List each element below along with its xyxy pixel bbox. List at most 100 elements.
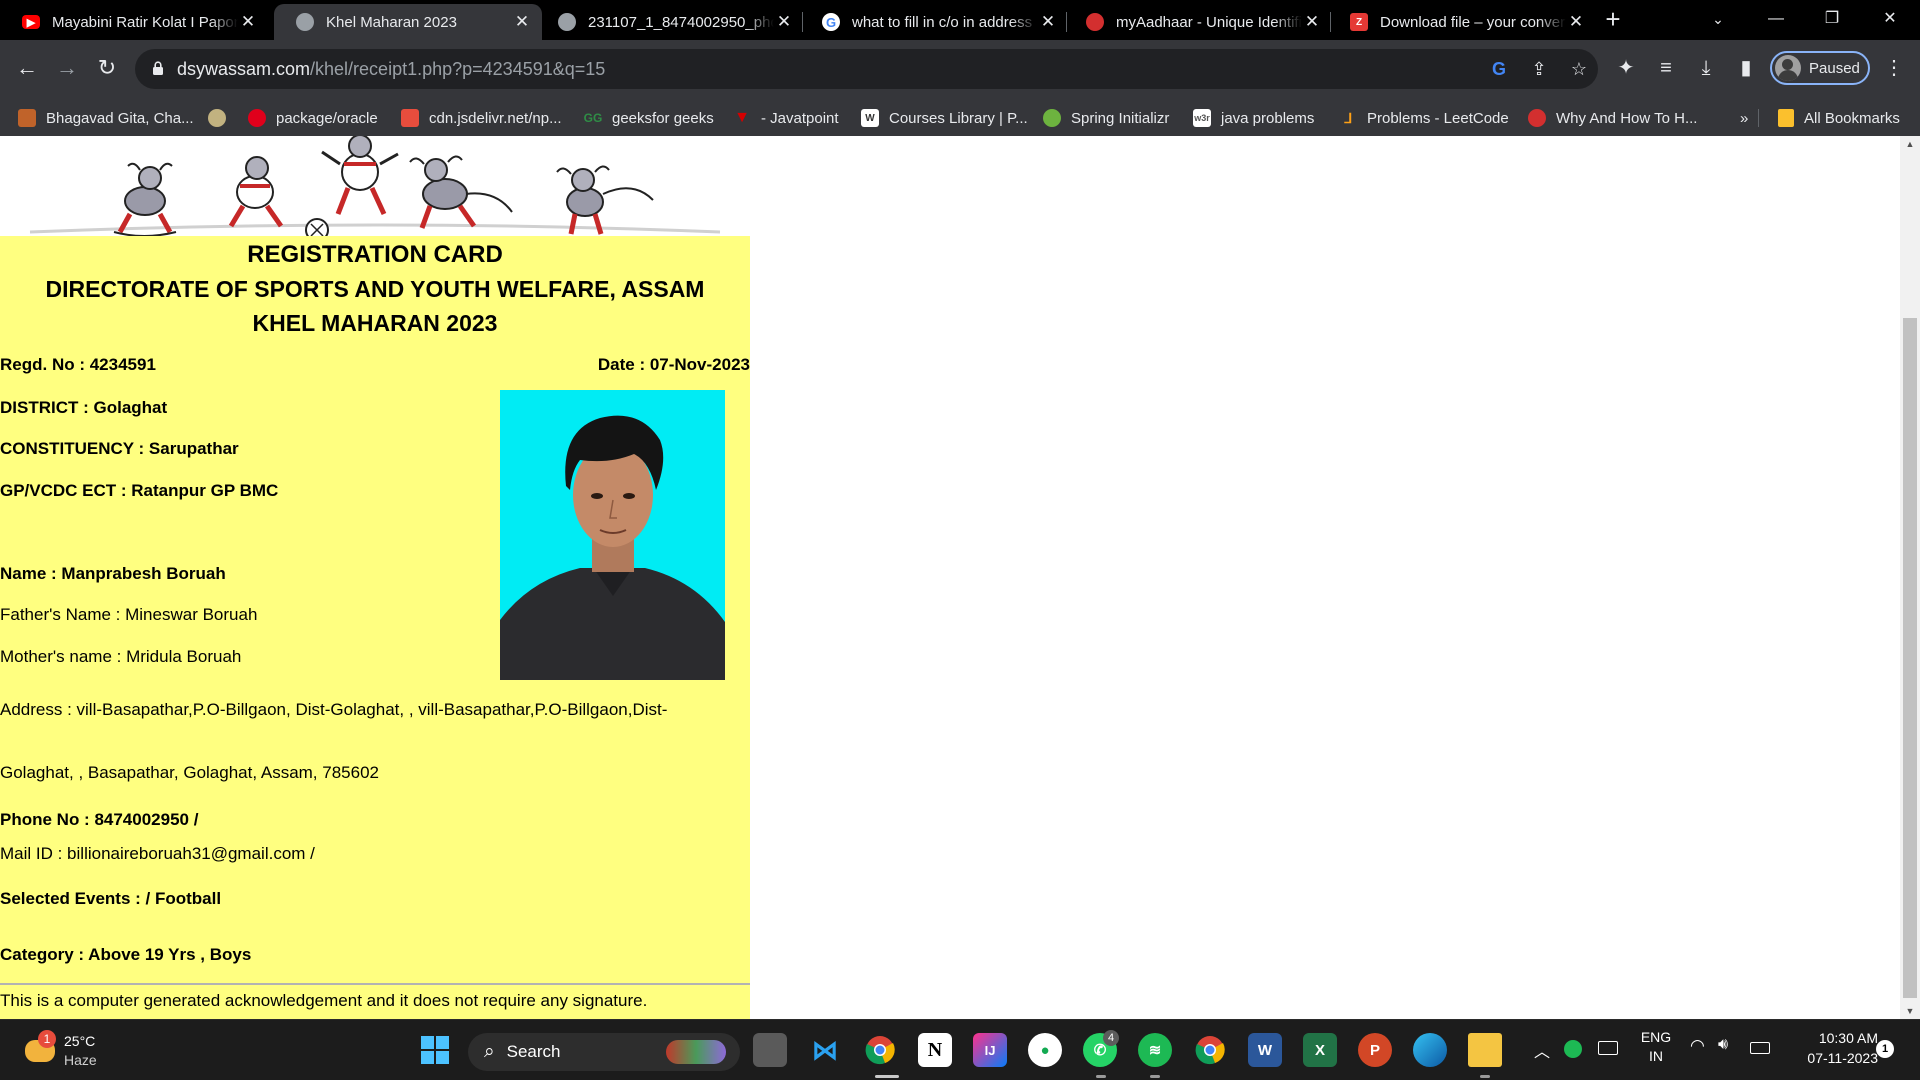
spring-icon — [1043, 109, 1061, 127]
close-icon[interactable]: ✕ — [1038, 12, 1058, 32]
forward-icon[interactable]: → — [51, 52, 83, 84]
powerpoint-icon[interactable]: P — [1358, 1033, 1392, 1067]
globe-icon — [558, 13, 576, 31]
bookmark-label: - Javatpoint — [761, 109, 839, 127]
hidden-icons-chevron-icon[interactable]: ︿ — [1534, 1038, 1550, 1062]
browser-toolbar: ← → ↻ dsywassam.com/khel/receipt1.php?p=… — [0, 40, 1920, 100]
extensions-icon[interactable]: ✦ — [1612, 54, 1640, 82]
back-icon[interactable]: ← — [11, 52, 43, 84]
address-bar[interactable]: dsywassam.com/khel/receipt1.php?p=423459… — [135, 49, 1598, 89]
bookmarks-divider — [1758, 109, 1759, 127]
chrome-profile-icon[interactable] — [1193, 1033, 1227, 1067]
close-icon[interactable]: ✕ — [512, 12, 532, 32]
clock[interactable]: 10:30 AM 07-11-2023 — [1790, 1028, 1878, 1068]
close-icon[interactable]: ✕ — [1302, 12, 1322, 32]
bookmark-label: Spring Initializr — [1071, 109, 1170, 127]
card-event-title: KHEL MAHARAN 2023 — [252, 310, 498, 336]
tab-search-icon[interactable]: ⌄ — [1690, 0, 1746, 38]
keyboard-icon[interactable] — [1598, 1041, 1618, 1055]
word-icon[interactable]: W — [1248, 1033, 1282, 1067]
tab-title: myAadhaar - Unique Identification — [1116, 13, 1302, 31]
chrome-icon[interactable] — [863, 1033, 897, 1067]
google-lens-icon[interactable]: G — [1487, 57, 1511, 81]
mascot-banner-image — [29, 136, 721, 242]
excel-icon[interactable]: X — [1303, 1033, 1337, 1067]
star-bookmark-icon[interactable]: ☆ — [1567, 57, 1591, 81]
tab-photo[interactable]: 231107_1_8474002950_photo ✕ — [536, 4, 804, 40]
bookmark-geeksforgeeks[interactable]: GG geeksfor geeks — [584, 107, 714, 129]
category-field: Category : Above 19 Yrs , Boys — [0, 945, 252, 964]
share-icon[interactable]: ⇪ — [1527, 57, 1551, 81]
menu-dots-icon[interactable]: ⋮ — [1880, 54, 1908, 82]
tab-youtube[interactable]: ▶ Mayabini Ratir Kolat I Papon ✕ — [0, 4, 268, 40]
bookmark-courses-library[interactable]: W Courses Library | P... — [861, 107, 1028, 129]
close-icon[interactable]: ✕ — [774, 12, 794, 32]
search-highlight-image — [666, 1040, 726, 1064]
restore-icon[interactable]: ❐ — [1804, 0, 1860, 38]
page-scrollbar[interactable]: ▲ ▼ — [1900, 136, 1920, 1019]
clock-date: 07-11-2023 — [1807, 1050, 1878, 1066]
new-tab-button[interactable]: + — [1600, 4, 1626, 36]
close-icon[interactable]: ✕ — [238, 12, 258, 32]
notification-badge[interactable]: 1 — [1876, 1040, 1894, 1058]
whatsapp-badge: 4 — [1103, 1030, 1119, 1046]
task-view-icon[interactable] — [753, 1033, 787, 1067]
file-explorer-icon[interactable] — [1468, 1033, 1502, 1067]
wifi-icon[interactable]: ◠ — [1690, 1036, 1705, 1056]
tab-google-search[interactable]: G what to fill in c/o in address ✕ — [800, 4, 1068, 40]
bookmark-bhagavad-gita[interactable]: Bhagavad Gita, Cha... — [18, 107, 194, 129]
applicant-photo — [500, 390, 725, 680]
tab-download-file[interactable]: Z Download file – your converted ✕ — [1328, 4, 1596, 40]
youtube-icon: ▶ — [22, 15, 40, 29]
reload-icon[interactable]: ↻ — [91, 52, 123, 84]
close-icon[interactable]: ✕ — [1566, 12, 1586, 32]
district-field: DISTRICT : Golaghat — [0, 398, 168, 417]
bookmark-leetcode[interactable]: ᒧ Problems - LeetCode — [1339, 107, 1509, 129]
tab-khel-maharan[interactable]: Khel Maharan 2023 ✕ — [274, 4, 542, 40]
bookmark-why-and-how[interactable]: Why And How To H... — [1528, 107, 1697, 129]
bookmark-label: Why And How To H... — [1556, 109, 1698, 127]
more-bookmarks-button[interactable]: » — [1740, 107, 1748, 129]
windows-start-icon[interactable] — [418, 1033, 452, 1067]
spotify-icon[interactable]: ≋ — [1138, 1033, 1172, 1067]
volume-icon[interactable]: 🔊︎ — [1718, 1036, 1728, 1054]
tab-aadhaar[interactable]: myAadhaar - Unique Identification ✕ — [1064, 4, 1332, 40]
address-line-1: Address : vill-Basapathar,P.O-Billgaon, … — [0, 700, 668, 719]
intellij-icon[interactable]: IJ — [973, 1033, 1007, 1067]
lock-icon[interactable] — [153, 61, 163, 75]
bookmark-emblem[interactable] — [208, 107, 236, 129]
language-indicator[interactable]: ENG IN — [1634, 1028, 1678, 1066]
spotify-tray-icon[interactable] — [1564, 1040, 1582, 1058]
minimize-icon[interactable]: — — [1748, 0, 1804, 38]
jsdelivr-icon — [401, 109, 419, 127]
bookmark-package-oracle[interactable]: package/oracle — [248, 107, 378, 129]
bookmark-jsdelivr[interactable]: cdn.jsdelivr.net/np... — [401, 107, 562, 129]
edge-icon[interactable] — [1413, 1033, 1447, 1067]
taskbar-search[interactable]: ⌕ Search — [468, 1033, 740, 1071]
emblem-icon — [208, 109, 226, 127]
weather-widget[interactable]: 1 25°C Haze — [22, 1030, 102, 1072]
window-close-icon[interactable]: ✕ — [1862, 0, 1918, 38]
all-bookmarks-button[interactable]: All Bookmarks — [1778, 107, 1900, 129]
bookmark-java-problems[interactable]: w3r java problems — [1193, 107, 1314, 129]
search-label: Search — [506, 1042, 561, 1061]
download-icon[interactable]: ⤓ — [1692, 54, 1720, 82]
registration-number: Regd. No : 4234591 — [0, 355, 156, 374]
side-panel-icon[interactable]: ▮ — [1732, 54, 1760, 82]
bookmark-javatpoint[interactable]: ▼ - Javatpoint — [733, 107, 839, 129]
scroll-down-icon[interactable]: ▼ — [1900, 1003, 1920, 1019]
url-text[interactable]: dsywassam.com/khel/receipt1.php?p=423459… — [177, 59, 605, 80]
notion-icon[interactable]: N — [918, 1033, 952, 1067]
profile-button[interactable]: Paused — [1770, 51, 1870, 85]
media-control-icon[interactable]: ≡ — [1652, 54, 1680, 82]
vscode-icon[interactable]: ⋈ — [808, 1033, 842, 1067]
tab-title: Khel Maharan 2023 — [326, 13, 457, 31]
url-domain: dsywassam.com — [177, 59, 311, 79]
battery-icon[interactable] — [1750, 1042, 1770, 1054]
bookmark-spring-initializr[interactable]: Spring Initializr — [1043, 107, 1169, 129]
registration-card: REGISTRATION CARD DIRECTORATE OF SPORTS … — [0, 236, 750, 1019]
selected-events-field: Selected Events : / Football — [0, 889, 222, 908]
mongodb-icon[interactable]: ● — [1028, 1033, 1062, 1067]
scrollbar-thumb[interactable] — [1903, 318, 1917, 998]
scroll-up-icon[interactable]: ▲ — [1900, 136, 1920, 152]
